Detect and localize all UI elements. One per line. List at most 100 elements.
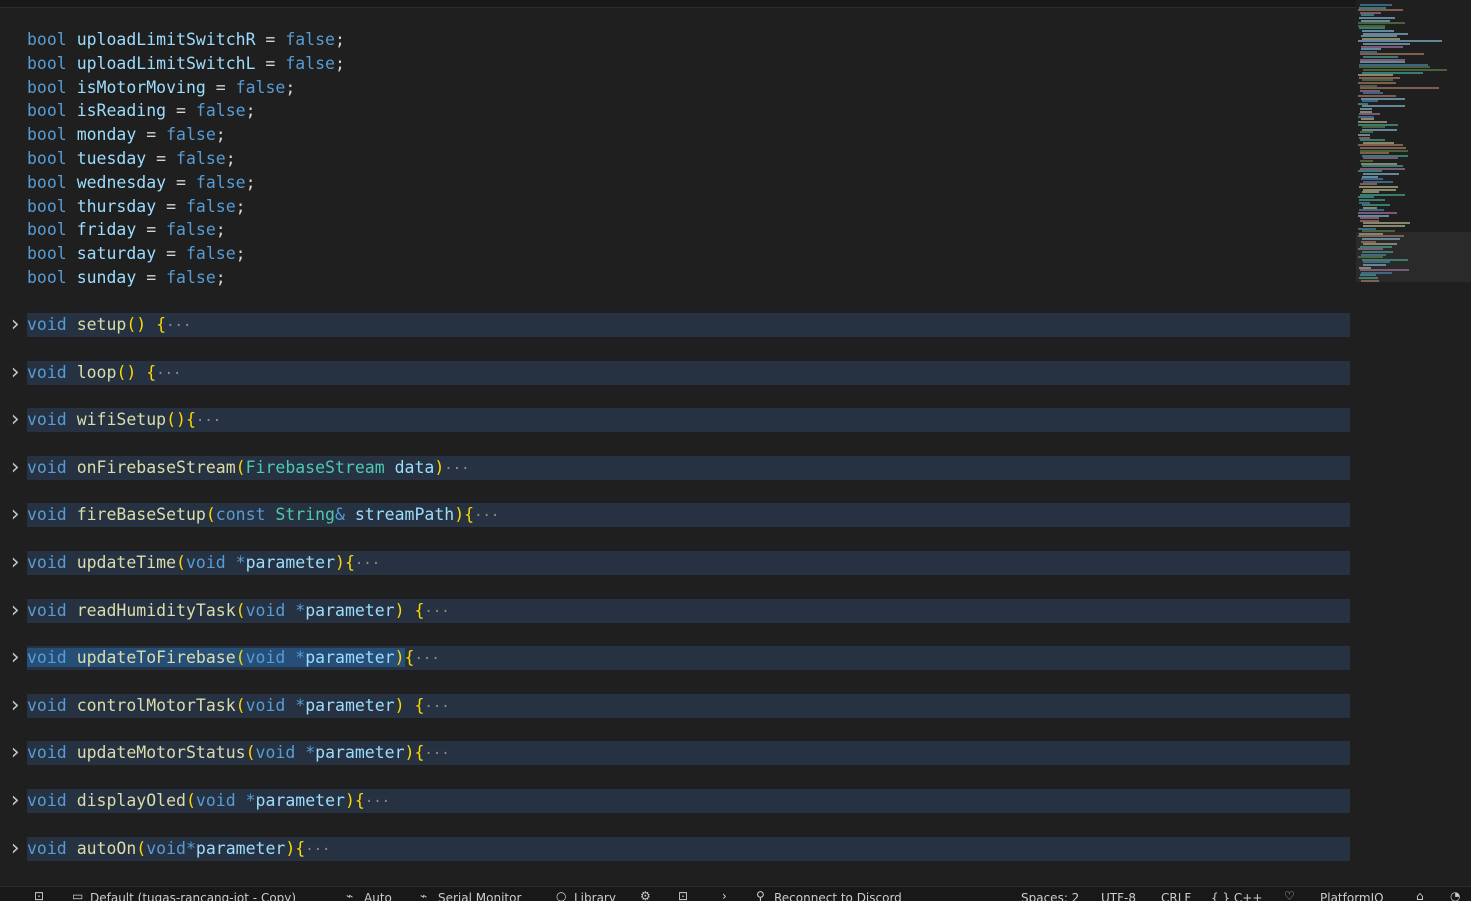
chevron-right-icon[interactable]: › [8,456,22,479]
parameter-token: void [255,743,296,763]
function-signature[interactable]: void controlMotorTask(void *parameter) {… [27,695,450,717]
plug-icon[interactable]: ⌁ [346,889,353,901]
operator: = [156,196,186,216]
fold-ellipsis[interactable]: ··· [365,794,390,810]
return-type-keyword: void [27,791,67,810]
function-signature[interactable]: void fireBaseSetup(const String& streamP… [27,504,499,526]
chevron-right-icon[interactable]: › [8,647,22,669]
discord-icon[interactable]: ⚲ [756,889,765,901]
type-keyword: bool [27,244,67,264]
status-bar-item[interactable]: Auto [364,890,392,901]
open-brace: { [414,743,425,763]
fold-ellipsis[interactable]: ··· [444,461,469,477]
chevron-right-icon[interactable]: › [8,504,22,526]
terminal-icon[interactable]: ⊡ [678,889,688,901]
chevron-right-icon[interactable]: › [8,361,22,384]
open-brace: { [136,362,157,382]
status-bar-item[interactable]: Serial Monitor [438,890,521,901]
parameter-token: * [295,600,306,620]
function-signature[interactable]: void onFirebaseStream(FirebaseStream dat… [27,457,470,479]
parameter-token: parameter [305,695,395,715]
plug-icon[interactable]: ⌁ [420,889,427,901]
gear-icon[interactable]: ⚙ [640,889,651,901]
open-paren: ( [136,838,147,858]
function-signature[interactable]: void readHumidityTask(void *parameter) {… [27,600,450,622]
fold-ellipsis[interactable]: ··· [474,508,499,524]
fold-ellipsis[interactable]: ··· [355,556,380,572]
return-type-keyword: void [27,743,67,763]
parameter-token: * [295,695,306,715]
variable-name: uploadLimitSwitchR [76,30,256,49]
chevron-right-icon[interactable]: › [722,889,727,901]
chevron-right-icon[interactable]: › [8,314,22,336]
parameter-token: * [185,838,196,858]
parameter-token: void [195,791,236,810]
fold-ellipsis[interactable]: ··· [424,699,449,715]
status-bar-item[interactable]: Library [574,890,616,901]
open-brace: { [344,553,355,572]
status-bar-item[interactable]: Spaces: 2 [1021,890,1079,901]
return-type-keyword: void [27,410,67,430]
return-type-keyword: void [27,362,67,382]
heart-icon[interactable]: ♡ [1284,889,1295,901]
bool-literal: false [235,77,286,97]
open-paren: ( [116,362,127,382]
function-signature[interactable]: void setup() {··· [27,314,191,336]
bell-icon[interactable]: ⌂ [1416,889,1424,901]
fold-ellipsis[interactable]: ··· [414,651,439,667]
folder-icon[interactable]: ▭ [72,889,83,901]
chevron-right-icon[interactable]: › [8,837,22,860]
parameter-token: & [334,505,345,525]
type-keyword: bool [27,149,67,168]
status-bar-item[interactable]: CRLF [1161,890,1191,901]
return-type-keyword: void [27,553,67,572]
close-paren: ) [285,838,296,858]
terminal-icon[interactable]: ⊡ [34,889,44,901]
minimap[interactable] [1356,0,1471,886]
status-bar-item[interactable]: { } C++ [1211,890,1262,901]
notifications-icon[interactable]: ◔ [1450,889,1460,901]
status-bar-item[interactable]: Reconnect to Discord [774,890,902,901]
fold-ellipsis[interactable]: ··· [166,318,191,334]
bool-literal: false [185,196,236,216]
status-bar-item[interactable]: PlatformIO [1320,890,1384,901]
semicolon: ; [215,220,226,240]
bool-literal: false [166,125,216,145]
chevron-right-icon[interactable]: › [8,694,22,717]
close-paren: ) [394,648,405,668]
fold-ellipsis[interactable]: ··· [305,842,330,858]
function-signature[interactable]: void wifiSetup(){··· [27,409,221,431]
fold-ellipsis[interactable]: ··· [424,604,449,620]
book-icon[interactable]: ○ [556,889,566,901]
open-paren: ( [205,505,216,525]
fold-ellipsis[interactable]: ··· [156,366,181,382]
code-line: bool tuesday = false; [27,148,236,170]
minimap-viewport[interactable] [1356,232,1471,282]
open-brace: { [354,791,365,810]
function-signature[interactable]: void displayOled(void *parameter){··· [27,790,390,812]
status-bar-item[interactable]: Default (tugas-rancang-iot - Copy) [90,890,296,901]
close-paren: ) [126,362,137,382]
code-editor[interactable]: bool uploadLimitSwitchR = false; bool upl… [0,8,1356,886]
chevron-right-icon[interactable]: › [8,790,22,812]
chevron-right-icon[interactable]: › [8,742,22,764]
variable-name: isReading [76,101,167,121]
close-paren: ) [434,457,445,477]
function-signature[interactable]: void loop() {··· [27,362,181,384]
status-bar-item[interactable]: UTF-8 [1101,890,1136,901]
function-signature[interactable]: void updateTime(void *parameter){··· [27,552,380,574]
parameter-token: parameter [305,600,395,620]
parameter-token: String [275,505,335,525]
status-bar: ⊡ ▭ Default (tugas-rancang-iot - Copy) ⌁ Aut… [0,886,1471,901]
chevron-right-icon[interactable]: › [8,552,22,574]
fold-ellipsis[interactable]: ··· [196,413,221,429]
chevron-right-icon[interactable]: › [8,409,22,431]
operator: = [205,77,236,97]
chevron-right-icon[interactable]: › [8,599,22,622]
function-signature[interactable]: void updateToFirebase(void *parameter){·… [27,647,440,669]
function-signature[interactable]: void updateMotorStatus(void *parameter){… [27,742,450,764]
parameter-token: * [235,553,246,572]
function-signature[interactable]: void autoOn(void*parameter){··· [27,838,331,860]
parameter-token: void [185,553,226,572]
fold-ellipsis[interactable]: ··· [424,746,449,762]
